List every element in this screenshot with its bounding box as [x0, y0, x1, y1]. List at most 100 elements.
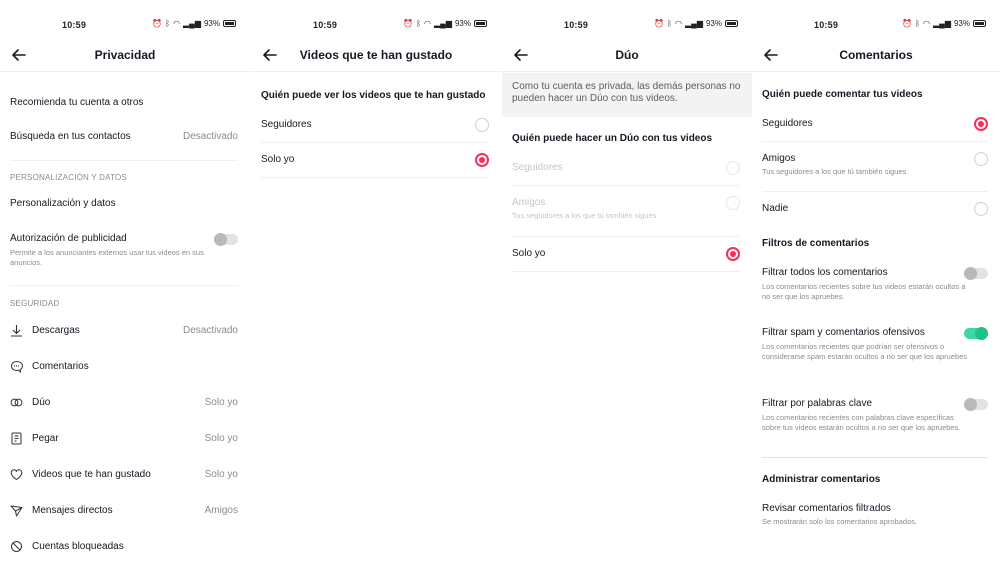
downloads-label: Descargas [32, 325, 80, 336]
filter-keywords: Filtrar por palabras clave Los comentari… [762, 398, 988, 433]
option-followers[interactable]: Seguidores [762, 117, 988, 131]
filter-keywords-toggle[interactable] [964, 398, 988, 411]
contacts-label: Búsqueda en tus contactos [10, 131, 131, 142]
recommend-account-item[interactable]: Recomienda tu cuenta a otros [10, 97, 238, 108]
option-followers-label: Seguidores [512, 162, 563, 173]
divider [10, 285, 238, 286]
status-bar: 10:59 ⏰ ᛒ ◠ ▂▄▆ 93% [502, 0, 752, 40]
personalization-label: Personalización y datos [10, 198, 116, 209]
comment-filters-heading: Filtros de comentarios [762, 238, 870, 249]
divider [762, 457, 988, 458]
filter-spam-toggle[interactable] [964, 327, 988, 340]
divider [512, 185, 740, 186]
option-followers[interactable]: Seguidores [261, 118, 489, 132]
direct-messages-value: Amigos [204, 505, 238, 516]
radio-only-me[interactable] [475, 153, 489, 167]
option-friends[interactable]: Amigos Tus seguidores a los que tú tambi… [762, 152, 988, 177]
divider [512, 271, 740, 272]
signal-icon: ▂▄▆ [183, 19, 201, 28]
radio-followers[interactable] [475, 118, 489, 132]
option-nobody-label: Nadie [762, 203, 789, 214]
private-account-notice: Como tu cuenta es privada, las demás per… [502, 73, 752, 117]
divider [762, 141, 988, 142]
stitch-icon [11, 432, 22, 445]
page-title: Privacidad [94, 48, 156, 62]
filter-all-toggle[interactable] [964, 267, 988, 280]
top-nav: Comentarios [752, 40, 1000, 72]
status-bar: 10:59 ⏰ ᛒ ◠ ▂▄▆ 93% [251, 0, 501, 40]
signal-icon: ▂▄▆ [434, 19, 452, 28]
option-followers-label: Seguidores [762, 118, 813, 129]
ads-toggle[interactable] [214, 233, 238, 246]
option-followers: Seguidores [512, 161, 740, 175]
option-friends-label: Amigos [512, 197, 546, 208]
battery-percent: 93% [953, 19, 970, 28]
divider [512, 236, 740, 237]
who-can-duet-heading: Quién puede hacer un Dúo con tus videos [512, 133, 713, 144]
manage-comments-heading: Administrar comentarios [762, 474, 881, 485]
section-security: SEGURIDAD [10, 299, 60, 308]
duet-screen: 10:59 ⏰ ᛒ ◠ ▂▄▆ 93% Dúo Como tu cuenta e… [502, 0, 752, 567]
radio-followers[interactable] [974, 117, 988, 131]
top-nav: Privacidad [0, 40, 250, 72]
divider [261, 177, 489, 178]
signal-icon: ▂▄▆ [685, 19, 703, 28]
option-friends-description: Tus seguidores a los que tú también sigu… [512, 211, 657, 220]
wifi-icon: ◠ [424, 19, 431, 28]
status-bar: 10:59 ⏰ ᛒ ◠ ▂▄▆ 93% [752, 0, 1000, 40]
status-icons: ⏰ ᛒ ◠ ▂▄▆ 93% [403, 19, 487, 28]
liked-videos-screen: 10:59 ⏰ ᛒ ◠ ▂▄▆ 93% Videos que te han gu… [251, 0, 501, 567]
option-followers-label: Seguidores [261, 119, 312, 130]
alarm-icon: ⏰ [654, 19, 665, 28]
status-icons: ⏰ ᛒ ◠ ▂▄▆ 93% [152, 19, 236, 28]
option-nobody[interactable]: Nadie [762, 202, 988, 216]
review-filtered-comments-item[interactable]: Revisar comentarios filtrados Se mostrar… [762, 503, 988, 527]
radio-nobody[interactable] [974, 202, 988, 216]
ads-label: Autorización de publicidad [10, 233, 127, 244]
radio-only-me[interactable] [726, 247, 740, 261]
battery-icon [973, 20, 986, 27]
ads-authorization-item: Autorización de publicidad Permite a los… [10, 233, 238, 268]
wifi-icon: ◠ [923, 19, 930, 28]
comment-icon [10, 360, 23, 373]
status-icons: ⏰ ᛒ ◠ ▂▄▆ 93% [902, 19, 986, 28]
recommend-label: Recomienda tu cuenta a otros [10, 97, 144, 108]
option-friends-label: Amigos [762, 153, 796, 164]
divider [261, 142, 489, 143]
contacts-search-item[interactable]: Búsqueda en tus contactos Desactivado [10, 131, 238, 142]
status-bar: 10:59 ⏰ ᛒ ◠ ▂▄▆ 93% [0, 0, 250, 40]
divider [10, 160, 238, 161]
filter-spam-offensive: Filtrar spam y comentarios ofensivos Los… [762, 327, 988, 362]
divider [762, 191, 988, 192]
comments-screen: 10:59 ⏰ ᛒ ◠ ▂▄▆ 93% Comentarios Quién pu… [752, 0, 1000, 567]
top-nav: Dúo [502, 40, 752, 72]
personalization-item[interactable]: Personalización y datos [10, 198, 238, 209]
battery-percent: 93% [203, 19, 220, 28]
battery-icon [725, 20, 738, 27]
block-icon [11, 541, 22, 552]
option-only-me[interactable]: Solo yo [261, 153, 489, 167]
radio-followers [726, 161, 740, 175]
battery-icon [474, 20, 487, 27]
duet-value: Solo yo [204, 397, 238, 408]
status-time: 10:59 [313, 20, 338, 30]
alarm-icon: ⏰ [902, 19, 913, 28]
send-icon [10, 505, 23, 517]
option-friends: Amigos Tus seguidores a los que tú tambi… [512, 196, 740, 221]
filter-all-comments: Filtrar todos los comentarios Los coment… [762, 267, 988, 302]
duet-icon [10, 398, 23, 407]
alarm-icon: ⏰ [152, 19, 163, 28]
who-can-comment-heading: Quién puede comentar tus videos [762, 89, 923, 100]
filter-keywords-label: Filtrar por palabras clave [762, 398, 873, 409]
radio-friends[interactable] [974, 152, 988, 166]
option-only-me[interactable]: Solo yo [512, 247, 740, 261]
blocked-accounts-label: Cuentas bloqueadas [32, 541, 124, 552]
comments-label: Comentarios [32, 361, 89, 372]
download-icon [11, 325, 22, 337]
battery-percent: 93% [705, 19, 722, 28]
signal-icon: ▂▄▆ [933, 19, 951, 28]
liked-videos-value: Solo yo [204, 469, 238, 480]
bluetooth-icon: ᛒ [416, 19, 422, 28]
option-only-me-label: Solo yo [261, 154, 295, 165]
radio-friends [726, 196, 740, 210]
